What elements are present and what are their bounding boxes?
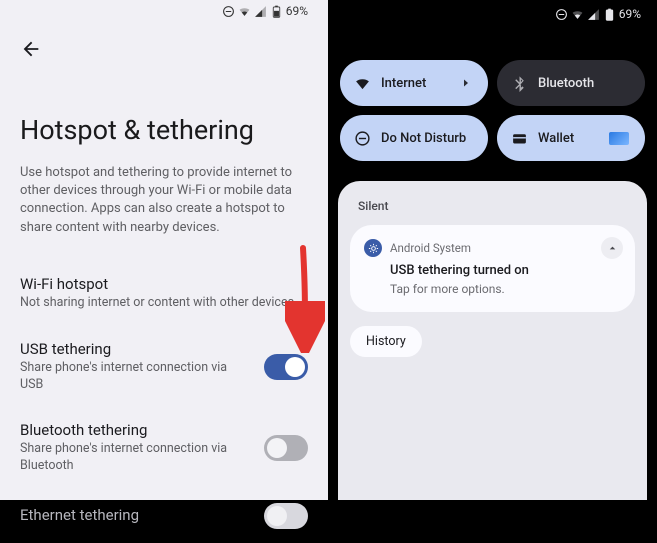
wifi-icon [354,75,371,92]
page-description: Use hotspot and tethering to provide int… [20,164,308,237]
battery-status-icon [603,8,616,21]
dnd-status-icon [222,5,235,18]
bluetooth-tethering-item[interactable]: Bluetooth tethering Share phone's intern… [20,407,308,489]
silent-section-label: Silent [350,199,635,213]
battery-percent: 69% [619,7,641,21]
tile-dnd-label: Do Not Disturb [381,131,466,146]
tile-internet[interactable]: Internet [340,60,488,106]
signal-status-icon [587,8,600,21]
back-button[interactable] [20,18,308,64]
back-arrow-icon [20,38,42,60]
signal-status-icon [254,5,267,18]
wallet-icon [511,130,528,147]
notification-collapse-button[interactable] [601,237,623,259]
dnd-status-icon [555,8,568,21]
usb-tethering-toggle[interactable] [264,354,308,380]
settings-pane: 69% Hotspot & tethering Use hotspot and … [0,0,328,500]
usb-tethering-sub: Share phone's internet connection via US… [20,360,252,394]
tile-wallet-label: Wallet [538,131,574,146]
bluetooth-tethering-sub: Share phone's internet connection via Bl… [20,441,252,475]
notification-card[interactable]: Android System USB tethering turned on T… [350,225,635,312]
tile-bluetooth-label: Bluetooth [538,76,594,91]
tile-wallet[interactable]: Wallet [497,115,645,161]
status-bar-right: 69% [338,0,647,24]
history-chip[interactable]: History [350,326,422,357]
page-title: Hotspot & tethering [20,114,308,146]
notification-shade-pane: 69% Internet Bluetooth Do Not Disturb Wa… [328,0,657,500]
ethernet-tethering-item: Ethernet tethering [20,489,308,543]
wifi-hotspot-item[interactable]: Wi-Fi hotspot Not sharing internet or co… [20,261,308,326]
chevron-right-icon [460,77,472,89]
tile-internet-label: Internet [381,76,426,91]
wifi-status-icon [238,5,251,18]
tile-bluetooth[interactable]: Bluetooth [497,60,645,106]
usb-tethering-item[interactable]: USB tethering Share phone's internet con… [20,326,308,408]
battery-status-icon [270,5,283,18]
status-bar-left: 69% [20,0,308,18]
quick-settings-tiles: Internet Bluetooth Do Not Disturb Wallet [338,60,647,161]
bluetooth-tethering-toggle[interactable] [264,435,308,461]
ethernet-tethering-title: Ethernet tethering [20,506,252,524]
chevron-up-icon [607,243,618,254]
tile-dnd[interactable]: Do Not Disturb [340,115,488,161]
wallet-card-icon [609,132,629,145]
notification-list: Silent Android System USB tethering turn… [338,181,647,500]
wifi-hotspot-title: Wi-Fi hotspot [20,275,308,293]
battery-percent: 69% [286,4,308,18]
wifi-status-icon [571,8,584,21]
notification-title: USB tethering turned on [364,263,621,278]
notification-app-name: Android System [390,241,471,255]
android-system-icon [364,239,382,257]
dnd-icon [354,130,371,147]
bluetooth-tethering-title: Bluetooth tethering [20,421,252,439]
usb-tethering-title: USB tethering [20,340,252,358]
history-label: History [366,334,406,349]
wifi-hotspot-sub: Not sharing internet or content with oth… [20,295,308,312]
notification-subtitle: Tap for more options. [364,282,621,296]
ethernet-tethering-toggle [264,503,308,529]
bluetooth-icon [511,75,528,92]
